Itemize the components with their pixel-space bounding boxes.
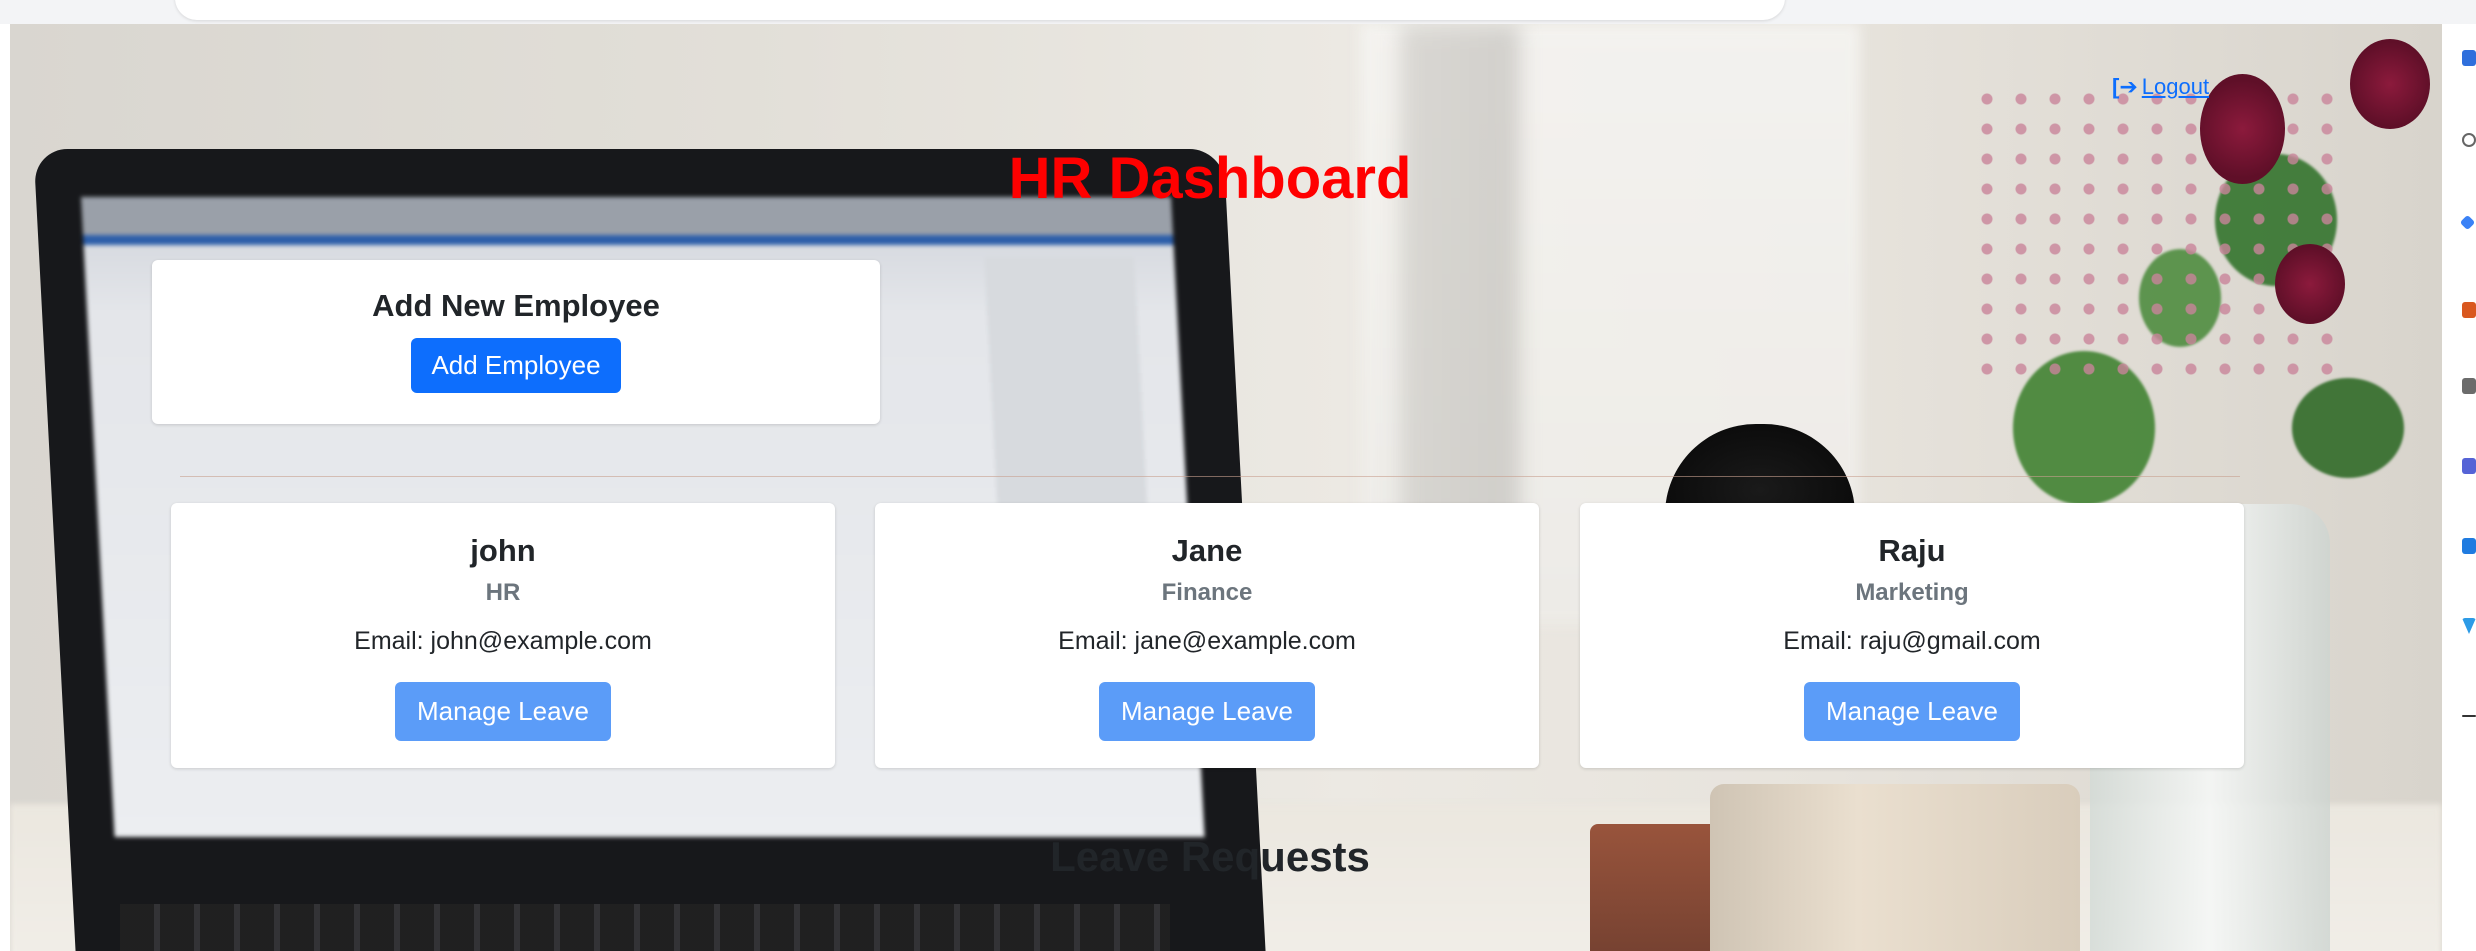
employee-name: john xyxy=(470,533,536,568)
employee-card: Raju Marketing Email: raju@gmail.com Man… xyxy=(1580,503,2244,768)
add-employee-button[interactable]: Add Employee xyxy=(411,338,621,393)
section-divider xyxy=(180,476,2240,477)
address-bar[interactable] xyxy=(175,0,1785,20)
employee-department: HR xyxy=(485,579,521,606)
browser-viewport: [➔ Logout HR Dashboard Add New Employee A… xyxy=(0,0,2476,951)
employee-email: Email: john@example.com xyxy=(354,627,652,655)
manage-leave-button[interactable]: Manage Leave xyxy=(1098,682,1316,741)
employee-name: Raju xyxy=(1878,533,1946,568)
sidebar-add-icon[interactable] xyxy=(2462,715,2476,717)
sidebar-person-icon[interactable] xyxy=(2462,378,2476,394)
employee-email: Email: jane@example.com xyxy=(1058,627,1356,655)
bg-laptop-keys xyxy=(120,904,1170,951)
leave-requests-heading: Leave Requests xyxy=(1050,833,1370,880)
employee-department: Finance xyxy=(1161,579,1253,606)
bg-screen-blue-bar xyxy=(83,235,1174,245)
sidebar-toolbox-icon[interactable] xyxy=(2462,302,2476,318)
browser-top-strip xyxy=(0,0,2476,24)
employee-email: Email: raju@gmail.com xyxy=(1783,627,2041,655)
employee-card: Jane Finance Email: jane@example.com Man… xyxy=(875,503,1539,768)
bg-pillar xyxy=(1400,24,1520,544)
employee-department: Marketing xyxy=(1855,579,1969,606)
sidebar-app-icon[interactable] xyxy=(2462,458,2476,474)
sidebar-chat-icon[interactable] xyxy=(2462,538,2476,554)
bg-flower xyxy=(2350,39,2430,129)
bg-flower xyxy=(2275,244,2345,324)
logout-label: Logout xyxy=(2141,74,2210,99)
browser-sidebar xyxy=(2442,24,2476,951)
employee-name: Jane xyxy=(1171,533,1243,568)
add-employee-heading: Add New Employee xyxy=(372,288,660,323)
sign-out-icon: [➔ xyxy=(2112,74,2138,99)
manage-leave-button[interactable]: Manage Leave xyxy=(394,682,612,741)
logout-link[interactable]: [➔ Logout xyxy=(2112,74,2209,100)
manage-leave-button[interactable]: Manage Leave xyxy=(1803,682,2021,741)
page-title: HR Dashboard xyxy=(1008,146,1412,211)
bg-pink-buds xyxy=(1970,84,2350,384)
employee-card: john HR Email: john@example.com Manage L… xyxy=(171,503,835,768)
sidebar-bell-icon[interactable] xyxy=(2462,50,2476,66)
sidebar-search-icon[interactable] xyxy=(2462,133,2476,147)
add-employee-card: Add New Employee Add Employee xyxy=(152,260,880,424)
